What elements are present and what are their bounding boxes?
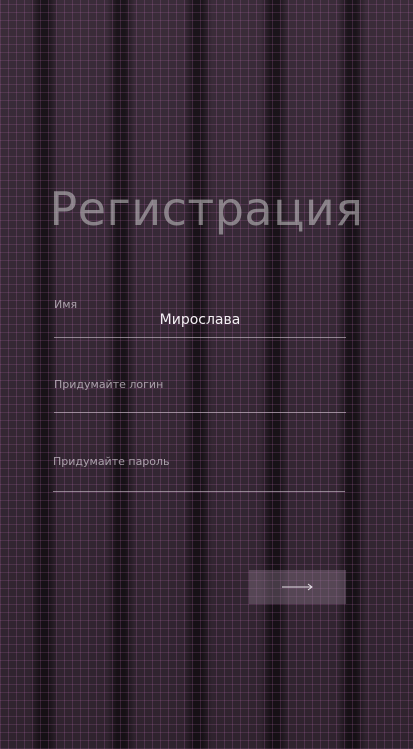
name-underline — [54, 337, 346, 338]
name-label: Имя — [54, 298, 78, 311]
name-field[interactable]: Имя Мирослава — [54, 298, 346, 338]
password-underline — [53, 491, 345, 492]
page-title: Регистрация — [49, 182, 364, 236]
arrow-right-icon — [281, 583, 314, 591]
password-field[interactable]: Придумайте пароль — [53, 455, 345, 492]
password-label: Придумайте пароль — [53, 455, 170, 468]
next-button[interactable] — [249, 570, 346, 604]
login-underline — [54, 412, 346, 413]
login-field[interactable]: Придумайте логин — [54, 378, 346, 413]
grid-background — [0, 0, 413, 749]
login-label: Придумайте логин — [54, 378, 164, 391]
name-input[interactable]: Мирослава — [54, 312, 346, 328]
